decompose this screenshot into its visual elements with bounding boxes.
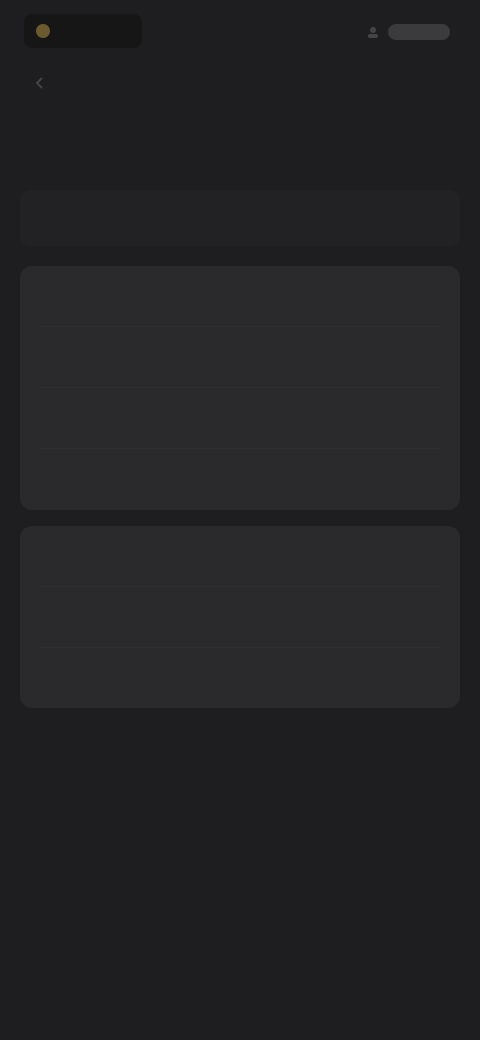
app-logo[interactable] — [24, 14, 142, 48]
settings-row[interactable] — [20, 526, 460, 586]
settings-page — [0, 0, 480, 1040]
settings-row[interactable] — [20, 327, 460, 387]
back-link[interactable] — [35, 76, 50, 92]
settings-row[interactable] — [20, 648, 460, 708]
settings-row[interactable] — [20, 449, 460, 509]
chevron-left-icon — [35, 76, 44, 92]
top-bar — [0, 0, 480, 64]
settings-row[interactable] — [20, 266, 460, 326]
user-icon — [366, 25, 380, 39]
preferences-card — [20, 526, 460, 708]
settings-row[interactable] — [20, 388, 460, 448]
logo-mark-icon — [36, 24, 50, 38]
tab-bar — [20, 190, 460, 246]
settings-row[interactable] — [20, 587, 460, 647]
header-action-label — [388, 24, 450, 40]
header-action-button[interactable] — [366, 20, 450, 44]
account-settings-card — [20, 266, 460, 510]
